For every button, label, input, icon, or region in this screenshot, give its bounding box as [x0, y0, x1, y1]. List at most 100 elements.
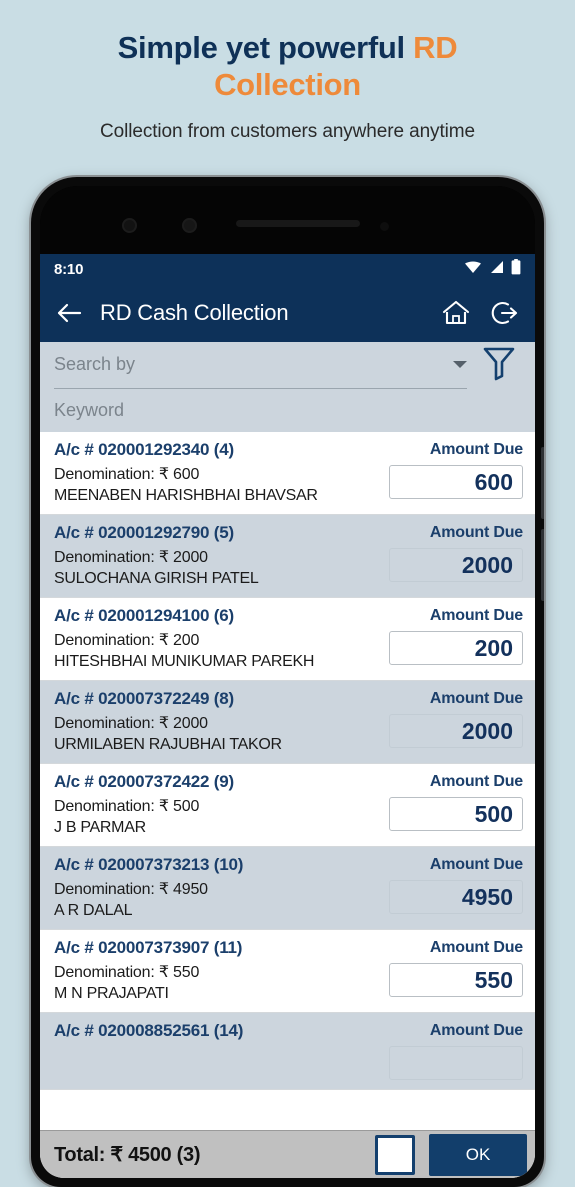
list-item-details: A/c # 020001292790 (5) Denomination: ₹ 20…: [54, 523, 389, 588]
total-label: Total: ₹ 4500 (3): [54, 1144, 201, 1166]
amount-due-group: Amount Due 600: [389, 440, 523, 499]
amount-input[interactable]: 200: [389, 631, 523, 665]
denomination: Denomination: ₹ 2000: [54, 715, 208, 732]
chevron-down-icon[interactable]: [453, 361, 467, 368]
amount-due-group: Amount Due 200: [389, 606, 523, 665]
list-item-details: A/c # 020007373213 (10) Denomination: ₹ 4…: [54, 855, 389, 920]
battery-icon: [511, 258, 521, 280]
search-by-select[interactable]: Search by: [54, 342, 467, 389]
search-by-row: Search by: [54, 342, 521, 389]
account-number: A/c # 020007373907 (11): [54, 938, 243, 957]
amount-due-label: Amount Due: [429, 690, 523, 707]
ok-button[interactable]: OK: [429, 1133, 527, 1176]
search-panel: Search by Keyword: [40, 342, 535, 434]
list-item[interactable]: A/c # 020008852561 (14) Amount Due: [40, 1013, 535, 1090]
customer-name: SULOCHANA GIRISH PATEL: [54, 570, 259, 587]
customer-name: URMILABEN RAJUBHAI TAKOR: [54, 736, 282, 753]
amount-input[interactable]: 4950: [389, 880, 523, 914]
amount-input[interactable]: 600: [389, 465, 523, 499]
amount-due-label: Amount Due: [429, 939, 523, 956]
amount-due-group: Amount Due 550: [389, 938, 523, 997]
promo-header: Simple yet powerful RD Collection Collec…: [0, 0, 575, 143]
denomination: Denomination: ₹ 4950: [54, 881, 208, 898]
volume-down-button[interactable]: [541, 529, 544, 601]
earpiece-speaker: [236, 220, 360, 227]
amount-due-label: Amount Due: [429, 773, 523, 790]
list-item[interactable]: A/c # 020007372422 (9) Denomination: ₹ 50…: [40, 764, 535, 847]
logout-icon[interactable]: [489, 299, 519, 327]
list-item-details: A/c # 020001294100 (6) Denomination: ₹ 20…: [54, 606, 389, 671]
signal-icon: [489, 260, 504, 279]
account-number: A/c # 020007372249 (8): [54, 689, 234, 708]
denomination: Denomination: ₹ 600: [54, 466, 200, 483]
list-item[interactable]: A/c # 020001292340 (4) Denomination: ₹ 60…: [40, 432, 535, 515]
wifi-icon: [464, 260, 482, 279]
denomination: Denomination: ₹ 2000: [54, 549, 208, 566]
list-item-details: A/c # 020007373907 (11) Denomination: ₹ 5…: [54, 938, 389, 1003]
status-icons: [464, 258, 521, 280]
list-item[interactable]: A/c # 020001292790 (5) Denomination: ₹ 20…: [40, 515, 535, 598]
account-number: A/c # 020007372422 (9): [54, 772, 234, 791]
account-number: A/c # 020001292340 (4): [54, 440, 234, 459]
keyword-row[interactable]: Keyword: [54, 388, 521, 432]
amount-due-label: Amount Due: [429, 441, 523, 458]
promo-title: Simple yet powerful RD Collection: [88, 30, 488, 103]
app-bar: RD Cash Collection: [40, 284, 535, 342]
status-time: 8:10: [54, 260, 84, 278]
keyword-input[interactable]: Keyword: [54, 400, 124, 421]
amount-input[interactable]: 2000: [389, 714, 523, 748]
list-item[interactable]: A/c # 020001294100 (6) Denomination: ₹ 20…: [40, 598, 535, 681]
app-screen: 8:10 RD Cash Collection Search by Keywor…: [40, 254, 535, 1178]
account-number: A/c # 020008852561 (14): [54, 1021, 244, 1040]
amount-due-group: Amount Due 500: [389, 772, 523, 831]
amount-due-group: Amount Due: [389, 1021, 523, 1080]
page-title: RD Cash Collection: [100, 300, 289, 325]
customer-name: HITESHBHAI MUNIKUMAR PAREKH: [54, 653, 315, 670]
denomination: Denomination: ₹ 550: [54, 964, 200, 981]
volume-up-button[interactable]: [541, 447, 544, 519]
list-item[interactable]: A/c # 020007373907 (11) Denomination: ₹ 5…: [40, 930, 535, 1013]
search-by-placeholder: Search by: [54, 354, 136, 374]
denomination: Denomination: ₹ 500: [54, 798, 200, 815]
list-item-details: A/c # 020007372249 (8) Denomination: ₹ 20…: [54, 689, 389, 754]
amount-input[interactable]: 550: [389, 963, 523, 997]
select-all-checkbox[interactable]: [375, 1134, 415, 1175]
amount-input[interactable]: 2000: [389, 548, 523, 582]
amount-due-group: Amount Due 2000: [389, 689, 523, 748]
list-item[interactable]: A/c # 020007373213 (10) Denomination: ₹ 4…: [40, 847, 535, 930]
amount-due-label: Amount Due: [429, 1022, 523, 1039]
promo-subtitle: Collection from customers anywhere anyti…: [100, 121, 475, 143]
back-arrow-icon[interactable]: [56, 302, 82, 324]
list-item-details: A/c # 020008852561 (14): [54, 1021, 389, 1045]
phone-mockup: 8:10 RD Cash Collection Search by Keywor…: [31, 177, 544, 1187]
amount-due-label: Amount Due: [429, 524, 523, 541]
promo-title-lead: Simple yet powerful: [117, 30, 414, 65]
amount-due-label: Amount Due: [429, 856, 523, 873]
list-item[interactable]: A/c # 020007372249 (8) Denomination: ₹ 20…: [40, 681, 535, 764]
amount-input[interactable]: [389, 1046, 523, 1080]
denomination: Denomination: ₹ 200: [54, 632, 200, 649]
customer-name: M N PRAJAPATI: [54, 985, 169, 1002]
filter-button[interactable]: [477, 345, 521, 386]
footer-bar: Total: ₹ 4500 (3) OK: [40, 1130, 535, 1178]
account-number: A/c # 020001292790 (5): [54, 523, 234, 542]
phone-screen-area: 8:10 RD Cash Collection Search by Keywor…: [40, 186, 535, 1178]
filter-funnel-icon: [482, 345, 516, 386]
account-number: A/c # 020007373213 (10): [54, 855, 244, 874]
customer-name: A R DALAL: [54, 902, 133, 919]
amount-input[interactable]: 500: [389, 797, 523, 831]
customer-name: MEENABEN HARISHBHAI BHAVSAR: [54, 487, 318, 504]
app-bar-actions: [441, 299, 519, 327]
list-item-details: A/c # 020007372422 (9) Denomination: ₹ 50…: [54, 772, 389, 837]
collection-list[interactable]: A/c # 020001292340 (4) Denomination: ₹ 60…: [40, 432, 535, 1130]
status-bar: 8:10: [40, 254, 535, 284]
account-number: A/c # 020001294100 (6): [54, 606, 234, 625]
home-icon[interactable]: [441, 299, 471, 327]
customer-name: J B PARMAR: [54, 819, 146, 836]
amount-due-label: Amount Due: [429, 607, 523, 624]
sensor-icon: [182, 218, 197, 233]
amount-due-group: Amount Due 4950: [389, 855, 523, 914]
front-camera-icon: [122, 218, 137, 233]
footer-actions: OK: [375, 1133, 527, 1176]
amount-due-group: Amount Due 2000: [389, 523, 523, 582]
